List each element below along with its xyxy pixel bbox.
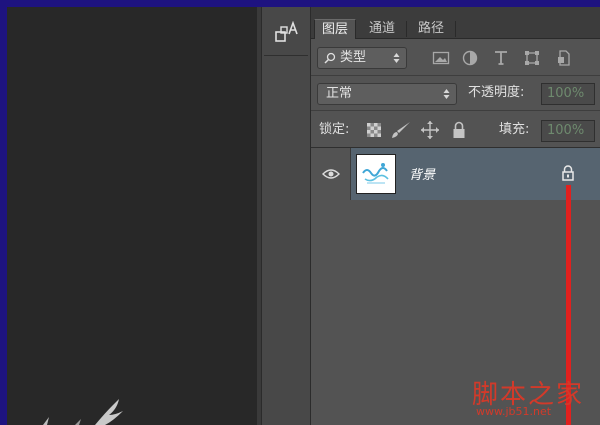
character-panel-icon[interactable] [274, 21, 300, 47]
layer-visibility-toggle[interactable] [311, 148, 351, 200]
opacity-field[interactable]: 100% [541, 83, 595, 105]
brush-icon[interactable] [391, 121, 411, 139]
collapsed-panel-strip [261, 7, 311, 425]
watermark-url: www.jb51.net [476, 405, 552, 418]
adjustment-filter-icon[interactable] [460, 48, 480, 68]
lock-row: 锁定: 填充: 100% [311, 112, 600, 148]
layers-panel: 图层 通道 路径 类型 正常 不透明度: 100% 锁定: 填充: 100% 背… [311, 7, 600, 425]
blend-mode-row: 正常 不透明度: 100% [311, 77, 600, 111]
tab-separator [406, 21, 407, 37]
eye-icon [322, 169, 340, 179]
layer-thumbnail [356, 154, 396, 194]
tab-layers[interactable]: 图层 [314, 19, 356, 39]
move-icon[interactable] [420, 120, 440, 140]
filter-kind-select[interactable]: 类型 [317, 47, 407, 69]
layer-row[interactable]: 背景 [311, 148, 600, 200]
layer-filter-row: 类型 [311, 40, 600, 76]
lock-label: 锁定: [319, 122, 350, 137]
tab-separator [455, 21, 456, 37]
toolstrip-separator [264, 55, 308, 56]
canvas-artwork [43, 399, 123, 425]
blend-mode-select[interactable]: 正常 [317, 83, 457, 105]
panel-tabs: 图层 通道 路径 [311, 7, 600, 39]
lock-all-icon[interactable] [452, 121, 466, 139]
smart-object-filter-icon[interactable] [554, 48, 574, 68]
updown-arrows-icon [393, 53, 400, 63]
search-icon [324, 52, 336, 64]
watermark: 脚本之家 www.jb51.net [470, 374, 596, 420]
lock-transparent-pixels-icon[interactable] [366, 122, 382, 138]
type-filter-icon[interactable] [491, 48, 511, 68]
blend-mode-value: 正常 [326, 86, 353, 101]
image-filter-icon[interactable] [431, 48, 451, 68]
fill-field[interactable]: 100% [541, 120, 595, 142]
document-canvas[interactable] [7, 7, 257, 425]
layer-lock-icon[interactable] [561, 165, 575, 181]
layer-body[interactable]: 背景 [351, 148, 600, 200]
fill-label: 填充: [499, 122, 530, 137]
tab-paths[interactable]: 路径 [411, 19, 451, 39]
thumbnail-artwork [362, 163, 389, 184]
opacity-label: 不透明度: [468, 85, 525, 100]
updown-arrows-icon [443, 89, 450, 99]
shape-filter-icon[interactable] [522, 48, 542, 68]
layer-name[interactable]: 背景 [409, 164, 435, 183]
filter-kind-label: 类型 [340, 50, 367, 65]
tab-channels[interactable]: 通道 [362, 19, 402, 39]
collapsed-panel-strip-inner [262, 7, 310, 425]
